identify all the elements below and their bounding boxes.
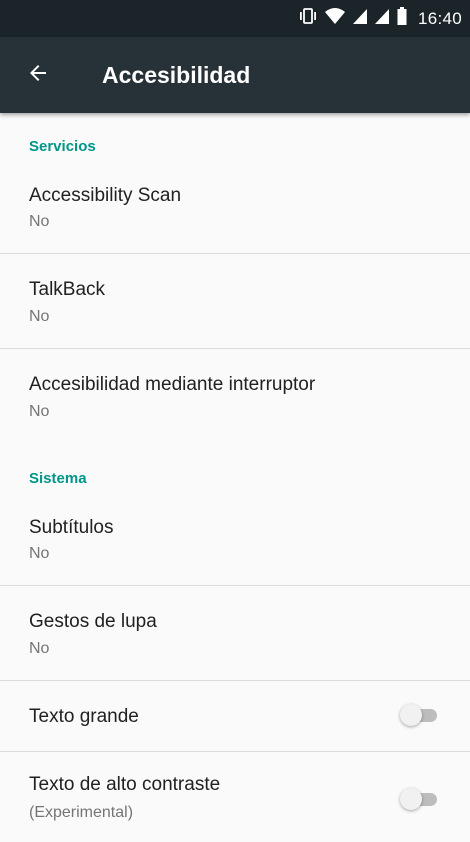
switch-thumb [400,704,422,726]
app-bar: Accesibilidad [0,37,470,113]
signal-icon [374,7,390,30]
vibrate-icon [298,7,318,30]
pref-summary: No [29,403,50,420]
status-time: 16:40 [417,8,462,28]
wifi-icon [324,7,346,30]
signal-icon [352,7,368,30]
page-title: Accesibilidad [102,62,251,88]
pref-switch-access[interactable]: Accesibilidad mediante interruptor No [0,349,470,443]
pref-title: Gestos de lupa [29,611,157,632]
pref-title: Texto grande [29,706,139,727]
battery-icon [396,6,408,31]
pref-summary: No [29,640,50,657]
pref-title: Accessibility Scan [29,185,182,206]
pref-summary: No [29,308,50,325]
pref-summary: No [29,213,50,230]
pref-summary: (Experimental) [29,804,134,821]
pref-accessibility-scan[interactable]: Accessibility Scan No [0,167,470,253]
pref-title: Accesibilidad mediante interruptor [29,374,316,395]
back-button[interactable] [18,55,58,95]
pref-magnification-gestures[interactable]: Gestos de lupa No [0,586,470,680]
pref-title: Texto de alto contraste [29,774,221,795]
pref-summary: No [29,545,50,562]
pref-talkback[interactable]: TalkBack No [0,254,470,348]
section-header-sistema: Sistema [29,470,87,487]
status-icons: 16:40 [298,0,462,37]
section-header-servicios: Servicios [29,138,96,155]
arrow-back-icon [26,61,50,90]
pref-title: TalkBack [29,279,106,300]
high-contrast-switch[interactable] [400,788,440,810]
large-text-switch[interactable] [400,704,440,726]
switch-thumb [400,788,422,810]
pref-large-text[interactable]: Texto grande [0,681,470,751]
status-bar: 16:40 [0,0,470,37]
pref-subtitles[interactable]: Subtítulos No [0,493,470,585]
pref-title: Subtítulos [29,517,114,538]
